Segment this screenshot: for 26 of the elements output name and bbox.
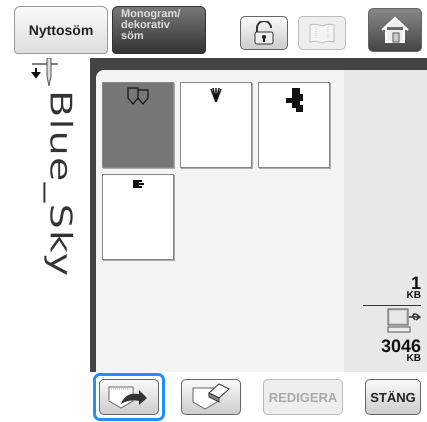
- action-button[interactable]: STÄNG: [365, 379, 421, 415]
- book-icon: [308, 22, 336, 44]
- pattern-thumbnail[interactable]: [258, 82, 330, 168]
- delete-button[interactable]: [181, 379, 241, 415]
- free-memory-value: 3046: [380, 338, 421, 354]
- padlock-icon: [253, 21, 275, 45]
- pattern-name-text: Blue_Sky: [42, 90, 78, 278]
- pattern-thumbnail[interactable]: [102, 174, 174, 260]
- block-pattern-icon: [132, 179, 144, 189]
- lock-button[interactable]: [240, 16, 288, 50]
- shield-pattern-icon: [127, 87, 149, 105]
- pattern-thumbnail[interactable]: [102, 82, 174, 168]
- computer-usb-icon: [387, 308, 421, 334]
- pocket-eraser-icon: [191, 383, 231, 411]
- pattern-thumbnail[interactable]: [180, 82, 252, 168]
- retrieve-button[interactable]: [99, 379, 159, 415]
- splat-pattern-icon: [284, 87, 304, 113]
- house-icon: [380, 16, 410, 44]
- category-tab[interactable]: Nyttosöm: [14, 6, 108, 54]
- used-memory-unit: KB: [406, 291, 421, 301]
- category-tab[interactable]: Monogram/ dekorativ söm: [112, 6, 206, 54]
- home-button[interactable]: [368, 8, 422, 52]
- used-memory-value: 1: [410, 275, 421, 291]
- needle-icon: [30, 58, 60, 88]
- free-memory-unit: KB: [406, 354, 421, 364]
- plant-pattern-icon: [210, 87, 222, 103]
